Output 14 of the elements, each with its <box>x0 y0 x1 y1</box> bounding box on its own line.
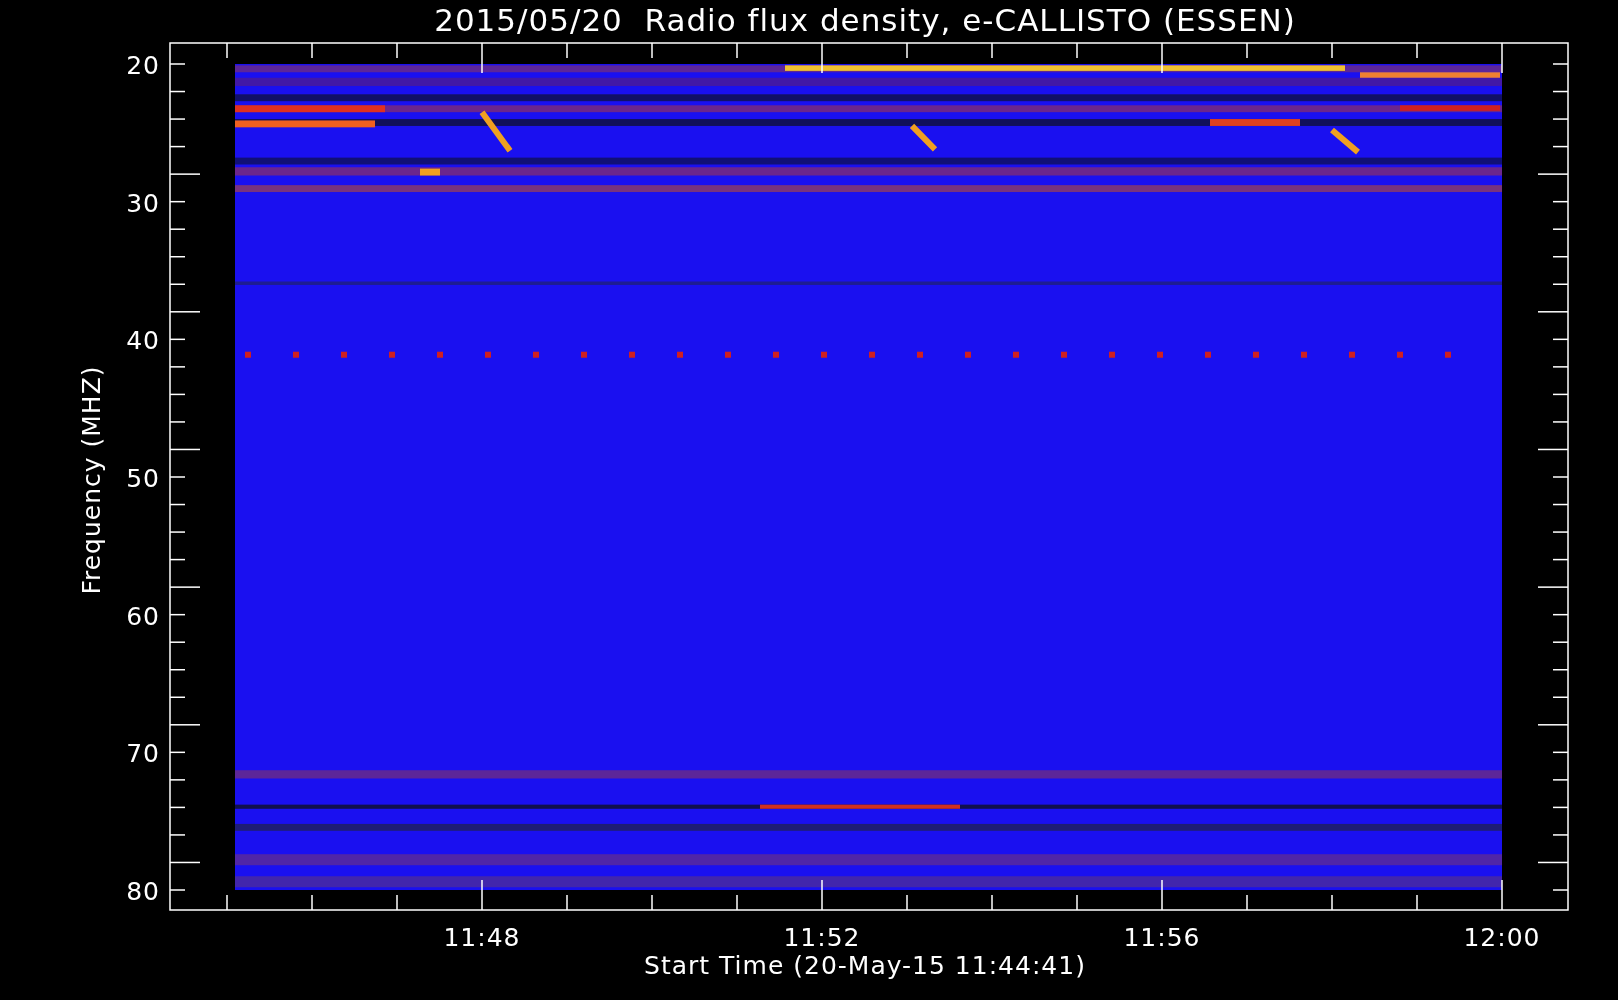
y-tick-label: 30 <box>126 188 160 218</box>
y-tick-label: 70 <box>126 739 160 769</box>
y-tick-label: 20 <box>126 51 160 80</box>
x-tick-label: 12:00 <box>1463 923 1541 952</box>
x-tick-label: 11:52 <box>783 923 861 952</box>
x-tick-label: 11:48 <box>443 923 521 952</box>
x-axis-label: Start Time (20-May-15 11:44:41) <box>644 951 1086 980</box>
y-axis-label: Frequency (MHZ) <box>77 365 106 595</box>
x-tick-label: 11:56 <box>1123 923 1201 952</box>
y-tick-label: 50 <box>126 464 160 493</box>
y-tick-label: 80 <box>126 877 160 906</box>
chart-title: 2015/05/20 Radio flux density, e-CALLISTO (ESSEN) <box>434 2 1296 38</box>
y-tick-label: 60 <box>126 601 160 631</box>
y-tick-label: 40 <box>126 326 160 356</box>
